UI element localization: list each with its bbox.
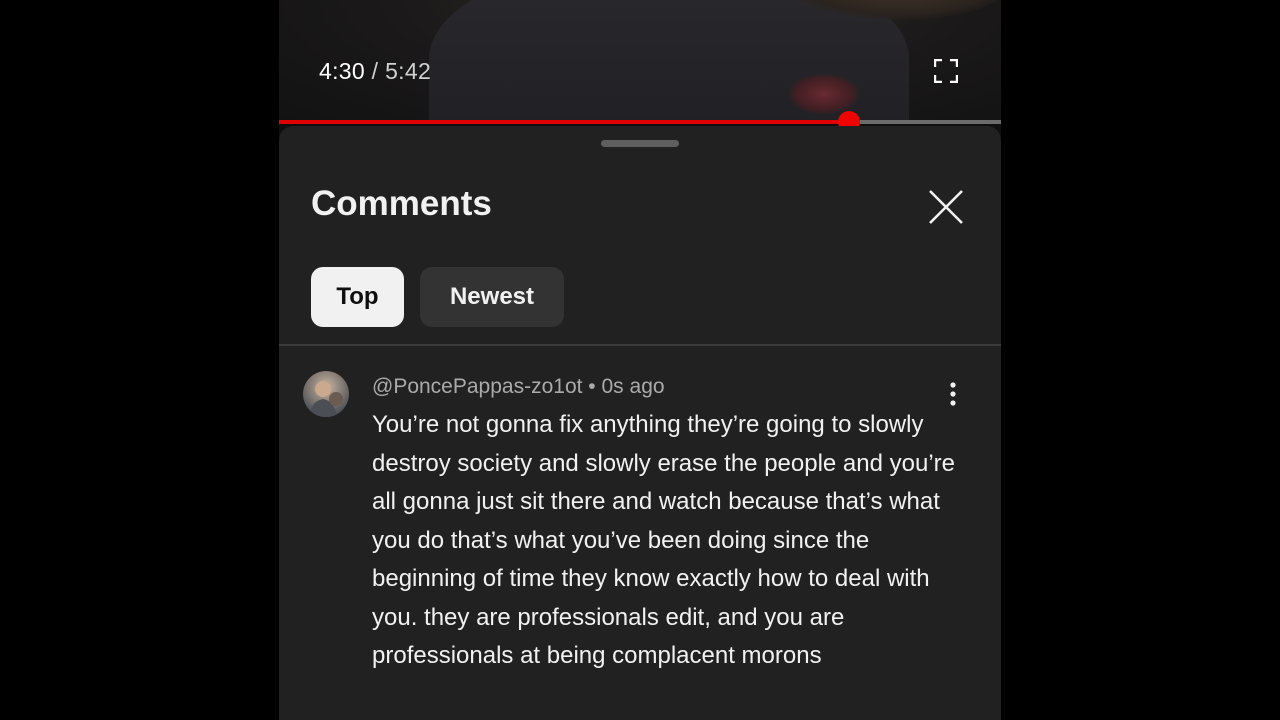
comment-meta: @PoncePappas-zo1ot • 0s ago <box>372 375 665 399</box>
avatar[interactable] <box>303 371 349 417</box>
close-icon[interactable] <box>927 188 965 226</box>
time-display: 4:30 / 5:42 <box>319 58 431 85</box>
sort-chip-newest[interactable]: Newest <box>420 267 564 327</box>
video-player[interactable]: 4:30 / 5:42 <box>279 0 1001 124</box>
drag-handle[interactable] <box>601 140 679 147</box>
phone-screen: 4:30 / 5:42 Comments Top Newest @PoncePa… <box>279 0 1001 720</box>
progress-bar[interactable] <box>279 111 1001 133</box>
comment-author[interactable]: @PoncePappas-zo1ot <box>372 375 582 398</box>
progress-fill <box>279 120 849 124</box>
comment-time: 0s ago <box>601 375 665 398</box>
meta-dot: • <box>588 375 596 398</box>
sort-chip-top[interactable]: Top <box>311 267 404 327</box>
time-separator: / <box>371 58 379 84</box>
comments-title: Comments <box>311 184 492 223</box>
video-frame-shirt-print <box>789 74 859 114</box>
divider <box>279 344 1001 346</box>
comments-sheet: Comments Top Newest @PoncePappas-zo1ot •… <box>279 126 1001 720</box>
duration: 5:42 <box>385 58 432 84</box>
comment-text: You’re not gonna fix anything they’re go… <box>372 411 956 669</box>
current-time: 4:30 <box>319 58 365 84</box>
fullscreen-icon[interactable] <box>933 58 959 84</box>
